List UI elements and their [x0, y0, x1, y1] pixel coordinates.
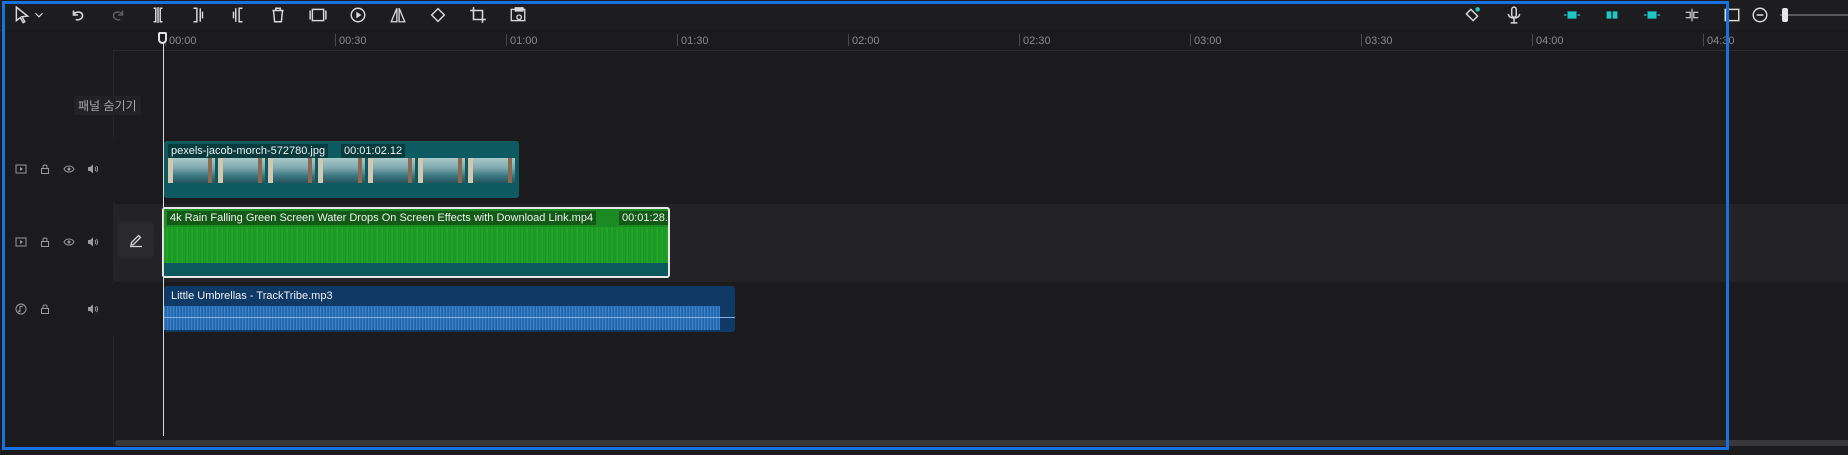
speed-icon[interactable]: [348, 5, 368, 25]
ruler-label: 03:30: [1365, 35, 1393, 47]
hidden-eye-placeholder: [60, 300, 78, 318]
playhead-handle[interactable]: [158, 32, 167, 44]
preview-axis-icon[interactable]: [1680, 5, 1704, 25]
ruler-tick: [1190, 34, 1191, 46]
delete-icon[interactable]: [268, 5, 288, 25]
clip-duration: 00:01:02.12: [341, 144, 406, 158]
clip-name: Little Umbrellas - TrackTribe.mp3: [171, 290, 333, 302]
audio-track-type-icon: [12, 300, 30, 318]
lock-icon[interactable]: [36, 300, 54, 318]
time-ruler[interactable]: 00:00 00:30 01:00 01:30 02:00 02:30 03:0…: [113, 30, 1848, 51]
audio-track-controls: [12, 300, 102, 318]
ruler-tick: [1019, 34, 1020, 46]
zoom-slider-handle[interactable]: [1782, 8, 1788, 22]
mirror-icon[interactable]: [388, 5, 408, 25]
lock-icon[interactable]: [36, 160, 54, 178]
auto-reframe-icon[interactable]: [508, 5, 528, 25]
select-pointer-icon[interactable]: [12, 5, 32, 25]
clip-name: 4k Rain Falling Green Screen Water Drops…: [167, 211, 597, 225]
timeline-toolbar: [0, 0, 1848, 31]
clip-duration: 00:01:28.: [619, 211, 668, 225]
split-right-icon[interactable]: [228, 5, 248, 25]
linkage-icon[interactable]: [1640, 5, 1664, 25]
video-track-type-icon: [12, 160, 30, 178]
ruler-tick: [677, 34, 678, 46]
magic-marker-icon[interactable]: [1462, 5, 1482, 25]
ruler-tick: [1532, 34, 1533, 46]
eye-icon[interactable]: [60, 160, 78, 178]
lock-icon[interactable]: [36, 233, 54, 251]
crop-icon[interactable]: [468, 5, 488, 25]
freeze-frame-icon[interactable]: [308, 5, 328, 25]
screenshot-icon[interactable]: [1722, 5, 1742, 25]
rotate-icon[interactable]: [428, 5, 448, 25]
thumbnail: [418, 158, 465, 183]
split-left-icon[interactable]: [188, 5, 208, 25]
ruler-label: 04:30: [1707, 35, 1735, 47]
video-track-controls: [12, 233, 102, 251]
thumbnail: [168, 158, 215, 183]
hide-panel-tooltip: 패널 숨기기: [74, 96, 141, 115]
clip-thumbnails: [168, 158, 515, 183]
zoom-slider-track[interactable]: [1780, 14, 1848, 16]
undo-icon[interactable]: [68, 5, 88, 25]
ruler-label: 01:00: [510, 35, 538, 47]
playhead-line[interactable]: [163, 34, 164, 436]
photo-clip[interactable]: pexels-jacob-morch-572780.jpg 00:01:02.1…: [164, 141, 519, 198]
ruler-label: 04:00: [1536, 35, 1564, 47]
timeline-horizontal-scrollbar[interactable]: [115, 440, 1848, 446]
photo-track-controls: [12, 160, 102, 178]
speaker-icon[interactable]: [84, 160, 102, 178]
audio-waveform: [164, 306, 720, 330]
redo-icon[interactable]: [108, 5, 128, 25]
speaker-icon[interactable]: [84, 300, 102, 318]
pencil-icon: [130, 234, 142, 248]
chevron-down-icon[interactable]: [32, 5, 46, 25]
ruler-label: 02:00: [852, 35, 880, 47]
thumbnail: [368, 158, 415, 183]
clip-name: pexels-jacob-morch-572780.jpg: [168, 144, 329, 158]
ruler-tick: [1703, 34, 1704, 46]
video-clip[interactable]: 4k Rain Falling Green Screen Water Drops…: [162, 207, 670, 278]
ruler-label: 00:00: [169, 35, 197, 47]
video-track-type-icon: [12, 233, 30, 251]
edit-cover-button[interactable]: [118, 222, 154, 258]
ruler-label: 01:30: [681, 35, 709, 47]
thumbnail: [318, 158, 365, 183]
eye-icon[interactable]: [60, 233, 78, 251]
auto-snap-icon[interactable]: [1600, 5, 1624, 25]
microphone-icon[interactable]: [1504, 5, 1524, 25]
ruler-label: 02:30: [1023, 35, 1051, 47]
split-icon[interactable]: [148, 5, 168, 25]
thumbnail: [218, 158, 265, 183]
main-track-magnet-icon[interactable]: [1560, 5, 1584, 25]
ruler-label: 03:00: [1194, 35, 1222, 47]
ruler-tick: [1361, 34, 1362, 46]
clip-thumbnails: [164, 227, 668, 263]
audio-clip[interactable]: Little Umbrellas - TrackTribe.mp3: [164, 286, 735, 332]
thumbnail: [268, 158, 315, 183]
ruler-tick: [335, 34, 336, 46]
ruler-tick: [506, 34, 507, 46]
clip-audio-strip: [164, 263, 668, 276]
speaker-icon[interactable]: [84, 233, 102, 251]
thumbnail: [468, 158, 515, 183]
audio-volume-line[interactable]: [164, 317, 735, 318]
zoom-out-icon[interactable]: [1750, 5, 1770, 25]
ruler-tick: [848, 34, 849, 46]
ruler-label: 00:30: [339, 35, 367, 47]
